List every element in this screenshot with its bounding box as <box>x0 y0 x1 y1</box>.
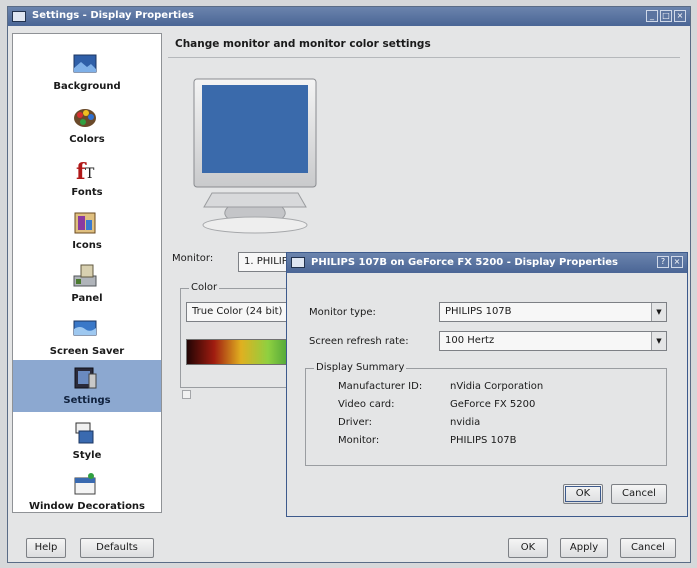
color-depth-value: True Color (24 bit) <box>192 306 283 317</box>
refresh-rate-select[interactable]: 100 Hertz ▼ <box>439 331 667 351</box>
window-title: Settings - Display Properties <box>32 10 194 21</box>
display-summary-label: Display Summary <box>314 362 407 373</box>
refresh-rate-value: 100 Hertz <box>445 335 495 346</box>
apply-button[interactable]: Apply <box>560 538 608 558</box>
summary-value: PHILIPS 107B <box>450 435 517 446</box>
help-button[interactable]: Help <box>26 538 66 558</box>
dialog-app-icon[interactable] <box>291 257 305 268</box>
summary-key: Driver: <box>338 417 372 428</box>
help-icon[interactable]: ? <box>657 256 669 268</box>
dialog-ok-button[interactable]: OK <box>563 484 603 504</box>
sidebar-item-window-decorations[interactable]: Window Decorations <box>13 466 161 518</box>
sidebar-item-style[interactable]: Style <box>13 415 161 467</box>
chevron-down-icon[interactable]: ▼ <box>651 303 666 321</box>
sidebar-item-label: Colors <box>69 134 105 145</box>
icons-icon <box>74 212 96 234</box>
background-icon <box>73 54 97 73</box>
ok-button[interactable]: OK <box>508 538 548 558</box>
sidebar-item-label: Panel <box>71 293 103 304</box>
color-preview-gradient <box>186 339 296 365</box>
style-icon <box>75 422 94 444</box>
monitor-icon <box>193 78 317 234</box>
monitor-type-select[interactable]: PHILIPS 107B ▼ <box>439 302 667 322</box>
refresh-rate-label: Screen refresh rate: <box>309 336 409 347</box>
page-title: Change monitor and monitor color setting… <box>175 38 431 50</box>
window-titlebar[interactable]: Settings - Display Properties _ □ × <box>8 7 690 26</box>
screen-saver-icon <box>73 320 97 336</box>
sidebar-item-settings[interactable]: Settings <box>13 360 161 412</box>
dialog-titlebar[interactable]: PHILIPS 107B on GeForce FX 5200 - Displa… <box>287 253 687 273</box>
display-properties-dialog: PHILIPS 107B on GeForce FX 5200 - Displa… <box>286 252 688 517</box>
minimize-icon[interactable]: _ <box>646 10 658 22</box>
dialog-title: PHILIPS 107B on GeForce FX 5200 - Displa… <box>311 257 619 268</box>
sidebar-item-icons[interactable]: Icons <box>13 205 161 257</box>
sidebar-item-label: Window Decorations <box>28 501 146 512</box>
summary-value: nvidia <box>450 417 481 428</box>
sidebar-item-panel[interactable]: Panel <box>13 258 161 310</box>
dialog-close-icon[interactable]: × <box>671 256 683 268</box>
divider <box>168 57 680 58</box>
summary-key: Manufacturer ID: <box>338 381 423 392</box>
colors-icon <box>74 109 96 127</box>
sidebar-item-label: Settings <box>63 395 111 406</box>
summary-value: GeForce FX 5200 <box>450 399 536 410</box>
sidebar-item-label: Fonts <box>71 187 103 198</box>
sidebar-item-fonts[interactable]: f T Fonts <box>13 152 161 204</box>
settings-icon <box>74 367 97 389</box>
maximize-icon[interactable]: □ <box>660 10 672 22</box>
summary-key: Monitor: <box>338 435 380 446</box>
window-decorations-icon <box>74 473 96 495</box>
summary-value: nVidia Corporation <box>450 381 544 392</box>
app-icon[interactable] <box>12 11 26 22</box>
sidebar-item-label: Icons <box>72 240 102 251</box>
color-depth-select[interactable]: True Color (24 bit) <box>186 302 298 322</box>
fonts-icon: f T <box>76 159 95 184</box>
monitor-type-label: Monitor type: <box>309 307 376 318</box>
color-group-label: Color <box>189 282 220 293</box>
monitor-label: Monitor: <box>172 253 214 264</box>
sidebar-item-label: Style <box>72 450 102 461</box>
display-summary-group: Display Summary Manufacturer ID: nVidia … <box>305 362 667 466</box>
panel-icon <box>73 264 97 287</box>
disabled-checkbox <box>182 390 191 399</box>
cancel-button[interactable]: Cancel <box>620 538 676 558</box>
monitor-type-value: PHILIPS 107B <box>445 306 512 317</box>
close-icon[interactable]: × <box>674 10 686 22</box>
sidebar-item-colors[interactable]: Colors <box>13 99 161 151</box>
sidebar-item-label: Screen Saver <box>49 346 125 357</box>
defaults-button[interactable]: Defaults <box>80 538 154 558</box>
chevron-down-icon[interactable]: ▼ <box>651 332 666 350</box>
sidebar-item-background[interactable]: Background <box>13 46 161 98</box>
sidebar-item-label: Background <box>53 81 121 92</box>
sidebar-item-screen-saver[interactable]: Screen Saver <box>13 311 161 363</box>
dialog-cancel-button[interactable]: Cancel <box>611 484 667 504</box>
summary-key: Video card: <box>338 399 395 410</box>
sidebar: Background Colors f T Fonts Icons Panel <box>12 33 162 513</box>
svg-text:T: T <box>85 166 95 182</box>
